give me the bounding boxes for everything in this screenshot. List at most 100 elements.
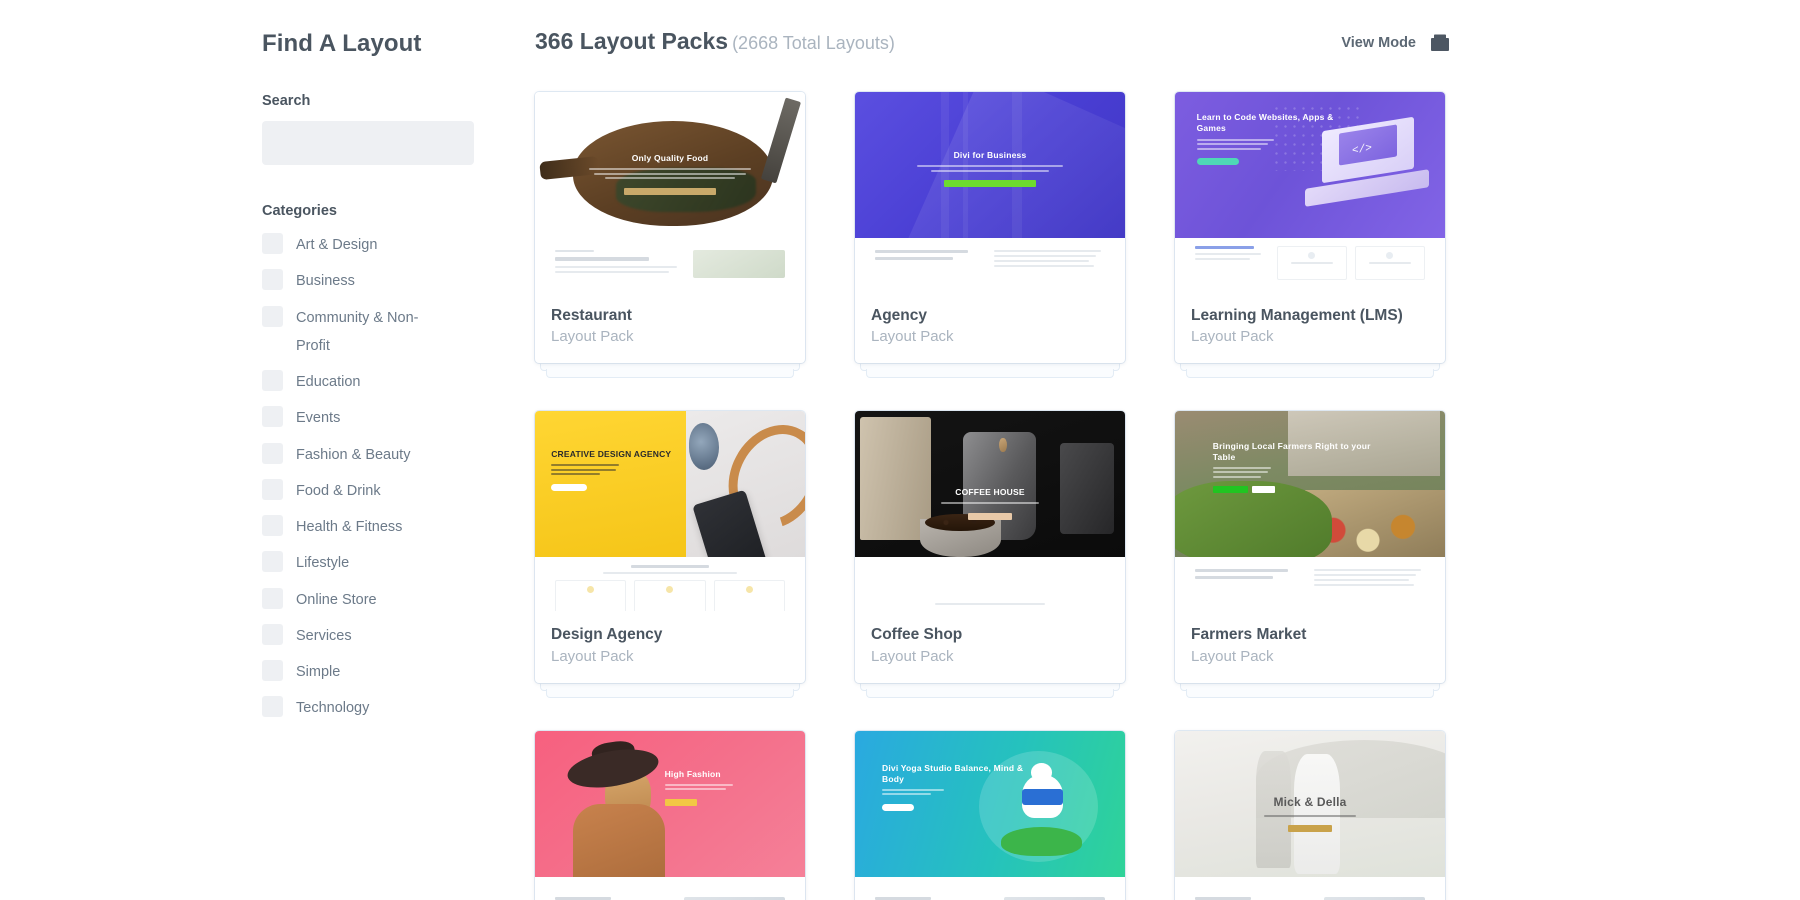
search-label: Search (262, 93, 311, 109)
categories-section: Categories Art & Design Business Community… (262, 203, 477, 723)
categories-label: Categories (262, 203, 337, 219)
thumb-below-fold (1175, 882, 1445, 900)
thumb-hero: Divi for Business (855, 92, 1125, 238)
card[interactable]: Mick & DellaWeddingLayout Pack (1175, 730, 1445, 900)
category-label: Community & Non-Profit (296, 309, 419, 354)
category-checkbox[interactable] (262, 696, 283, 718)
card[interactable]: High FashionHigh FashionLayout Pack (535, 730, 805, 900)
category-checkbox[interactable] (262, 233, 283, 254)
main-header: 366 Layout Packs (2668 Total Layouts) Vie… (535, 28, 1800, 68)
thumb-hero-copy: Divi for Business (855, 150, 1125, 192)
category-list: Art & Design Business Community & Non-Prof… (262, 231, 477, 723)
category-item[interactable]: Education (262, 368, 477, 396)
thumb-hero-copy: COFFEE HOUSE (855, 487, 1125, 525)
card[interactable]: CREATIVE DESIGN AGENCY Design Agency Layou… (535, 411, 805, 683)
category-checkbox[interactable] (262, 660, 283, 682)
folder-icon[interactable] (1430, 34, 1450, 52)
card[interactable]: Only Quality Food Restaurant Layout Pack (535, 92, 805, 364)
category-checkbox[interactable] (262, 442, 283, 464)
layout-pack-card[interactable]: High FashionHigh FashionLayout Pack (535, 730, 805, 900)
thumb-below-fold (1175, 557, 1445, 612)
thumb-hero: Bringing Local Farmers Right to your Tab… (1175, 411, 1445, 558)
search-input[interactable] (262, 121, 474, 165)
card-meta: Learning Management (LMS) Layout Pack (1175, 292, 1445, 363)
category-label: Art & Design (296, 237, 378, 253)
card-title: Learning Management (LMS) (1191, 307, 1403, 324)
thumb-hero: Mick & Della (1175, 730, 1445, 877)
card-thumbnail: </> Learn to Code Websites, Apps & Games (1175, 92, 1445, 292)
category-label: Events (296, 410, 341, 427)
layout-pack-card[interactable]: Mick & DellaWeddingLayout Pack (1175, 730, 1445, 900)
card-subtitle: Layout Pack (551, 328, 634, 346)
category-item[interactable]: Business (262, 267, 477, 295)
layout-pack-card[interactable]: </> Learn to Code Websites, Apps & Games L… (1175, 92, 1445, 379)
thumb-hero: </> Learn to Code Websites, Apps & Games (1175, 92, 1445, 238)
category-item[interactable]: Food & Drink (262, 477, 477, 505)
card-thumbnail: Divi Yoga Studio Balance, Mind & Body (855, 730, 1125, 900)
thumb-hero-title: Only Quality Food (631, 153, 709, 164)
card-stack-layer (546, 369, 794, 379)
category-checkbox[interactable] (262, 551, 283, 573)
card-thumbnail: Mick & Della (1175, 730, 1445, 900)
category-checkbox[interactable] (262, 515, 283, 537)
card[interactable]: COFFEE HOUSE Coffee Shop Layout Pack (855, 411, 1125, 683)
thumb-hero-copy: Mick & Della (1175, 795, 1445, 837)
category-item[interactable]: Simple (262, 658, 477, 686)
card-subtitle: Layout Pack (871, 647, 954, 665)
sidebar: Find A Layout Search Categories Art & De… (262, 30, 477, 731)
card-thumbnail: COFFEE HOUSE (855, 411, 1125, 612)
category-item[interactable]: Online Store (262, 586, 477, 614)
category-item[interactable]: Community & Non-Profit (262, 304, 477, 361)
category-item[interactable]: Technology (262, 694, 477, 722)
folder-icon-svg (1431, 34, 1449, 51)
category-checkbox[interactable] (262, 269, 283, 291)
thumb-hero-cta (1212, 480, 1375, 498)
category-checkbox[interactable] (262, 478, 283, 500)
category-item[interactable]: Lifestyle (262, 549, 477, 577)
card[interactable]: </> Learn to Code Websites, Apps & Games L… (1175, 92, 1445, 364)
category-checkbox[interactable] (262, 370, 283, 392)
card[interactable]: Bringing Local Farmers Right to your Tab… (1175, 411, 1445, 683)
card[interactable]: Divi for Business Agency Layout Pack (855, 92, 1125, 364)
category-checkbox[interactable] (262, 587, 283, 609)
thumb-hero: CREATIVE DESIGN AGENCY (535, 411, 805, 558)
layout-pack-card[interactable]: Bringing Local Farmers Right to your Tab… (1175, 411, 1445, 698)
category-checkbox[interactable] (262, 623, 283, 645)
view-mode-label: View Mode (1341, 35, 1416, 51)
category-label: Online Store (296, 591, 377, 608)
category-label: Services (296, 627, 352, 644)
category-label: Simple (296, 664, 341, 681)
thumb-hero-copy: Only Quality Food (535, 153, 805, 200)
thumb-hero-cta (855, 507, 1125, 525)
layout-pack-card[interactable]: Only Quality Food Restaurant Layout Pack (535, 92, 805, 379)
card-stack-layer (546, 688, 794, 698)
thumb-hero-title: Bringing Local Farmers Right to your Tab… (1212, 440, 1371, 462)
category-item[interactable]: Events (262, 404, 477, 432)
category-item[interactable]: Health & Fitness (262, 513, 477, 541)
card-title: Farmers Market (1191, 626, 1307, 644)
card[interactable]: Divi Yoga Studio Balance, Mind & BodyYog… (855, 730, 1125, 900)
results-heading: 366 Layout Packs (2668 Total Layouts) (535, 28, 895, 55)
view-mode-toggle[interactable]: View Mode (1341, 34, 1450, 52)
thumb-hero-lines (551, 464, 713, 476)
category-item[interactable]: Fashion & Beauty (262, 441, 477, 469)
thumb-hero-title: Divi for Business (953, 150, 1027, 161)
card-thumbnail: CREATIVE DESIGN AGENCY (535, 411, 805, 612)
thumb-hero-title: CREATIVE DESIGN AGENCY (551, 449, 672, 460)
card-title: Restaurant (551, 307, 632, 324)
layout-pack-card[interactable]: COFFEE HOUSE Coffee Shop Layout Pack (855, 411, 1125, 698)
category-checkbox[interactable] (262, 305, 283, 327)
thumb-hero-lines (855, 165, 1125, 172)
thumb-hero-copy: Learn to Code Websites, Apps & Games (1196, 112, 1359, 170)
category-item[interactable]: Art & Design (262, 231, 477, 259)
card-thumbnail: High Fashion (535, 730, 805, 900)
thumb-below-fold (855, 589, 1125, 612)
category-item[interactable]: Services (262, 622, 477, 650)
layout-pack-card[interactable]: Divi Yoga Studio Balance, Mind & BodyYog… (855, 730, 1125, 900)
thumb-hero-lines (1196, 138, 1359, 150)
thumb-hero: High Fashion (535, 730, 805, 877)
layout-pack-card[interactable]: Divi for Business Agency Layout Pack (855, 92, 1125, 379)
card-meta: Farmers Market Layout Pack (1175, 611, 1445, 682)
category-checkbox[interactable] (262, 406, 283, 428)
layout-pack-card[interactable]: CREATIVE DESIGN AGENCY Design Agency Layou… (535, 411, 805, 698)
